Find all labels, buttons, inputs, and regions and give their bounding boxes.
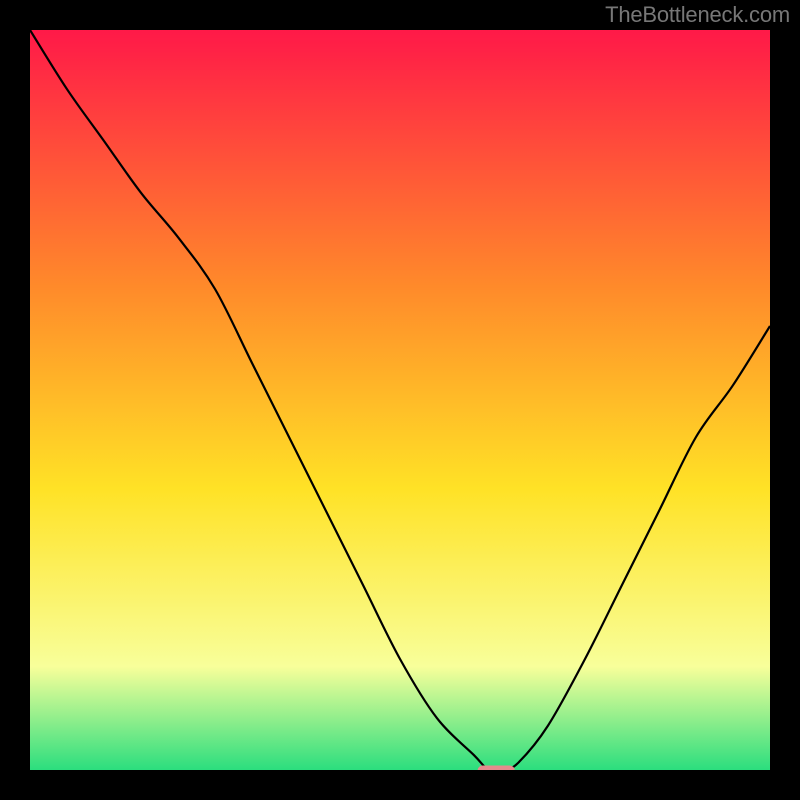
bottleneck-chart xyxy=(30,30,770,770)
chart-frame: TheBottleneck.com xyxy=(0,0,800,800)
watermark-text: TheBottleneck.com xyxy=(605,2,790,28)
optimal-marker xyxy=(478,766,515,770)
